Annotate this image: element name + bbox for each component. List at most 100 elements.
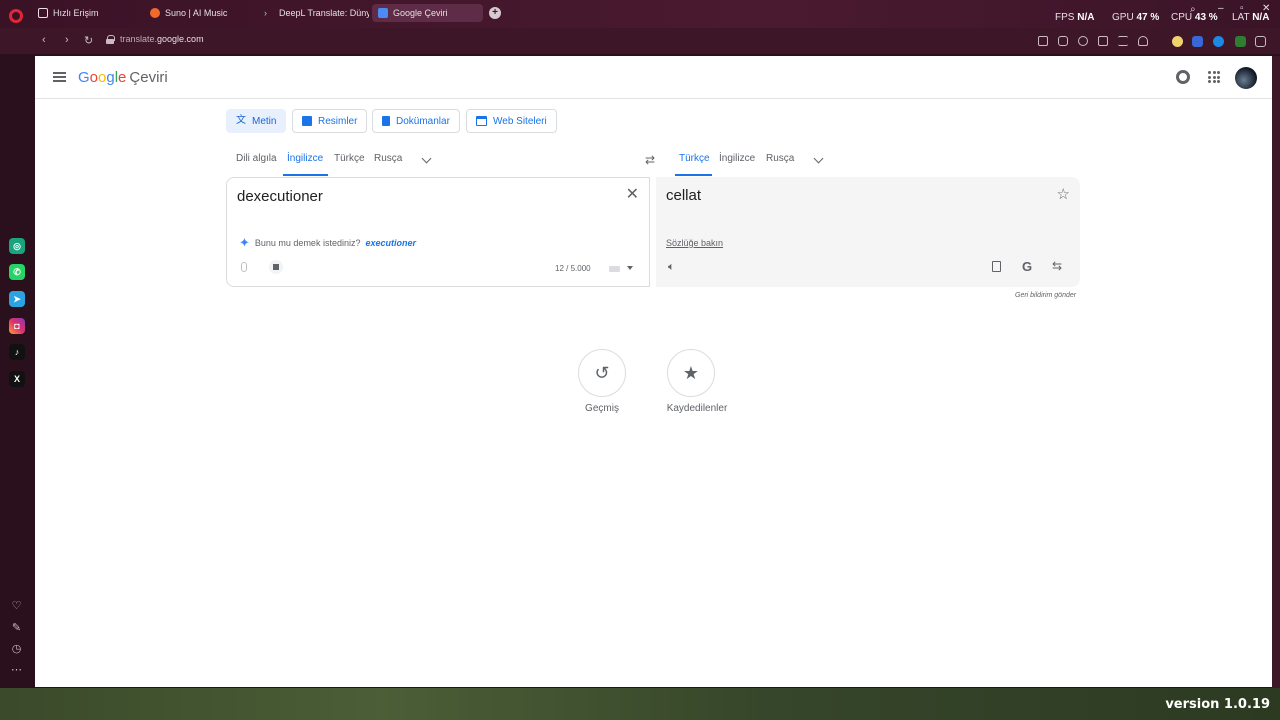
extension-translate-icon[interactable] bbox=[1192, 36, 1203, 47]
edit-icon[interactable] bbox=[1038, 36, 1048, 46]
keyboard-icon[interactable] bbox=[609, 266, 620, 272]
tab-deepl[interactable]: › DeepL Translate: Dünyanın bbox=[264, 4, 369, 22]
camera-icon[interactable] bbox=[1058, 36, 1068, 46]
target-lang-more-chevron-down-icon[interactable] bbox=[813, 153, 824, 164]
download-icon[interactable] bbox=[1098, 36, 1108, 46]
lock-icon bbox=[106, 34, 115, 44]
logo-letter: G bbox=[78, 69, 90, 86]
google-apps-icon[interactable] bbox=[1208, 71, 1220, 83]
mode-documents-button[interactable]: Dokümanlar bbox=[372, 109, 460, 133]
target-lang-turkish[interactable]: Türkçe bbox=[679, 153, 710, 164]
source-lang-more-chevron-down-icon[interactable] bbox=[421, 153, 432, 164]
hamburger-menu-icon[interactable] bbox=[53, 72, 66, 82]
extensions-cube-icon[interactable] bbox=[1255, 36, 1266, 47]
tab-label: Hızlı Erişim bbox=[53, 8, 99, 18]
version-label: version 1.0.19 bbox=[1165, 697, 1270, 712]
heart-icon[interactable] bbox=[1078, 36, 1088, 46]
opera-logo-icon[interactable] bbox=[9, 9, 23, 23]
settings-gear-icon[interactable] bbox=[1176, 70, 1190, 84]
mode-label: Web Siteleri bbox=[493, 115, 547, 127]
minimize-icon[interactable]: – bbox=[1218, 3, 1224, 14]
app-header: Google Çeviri bbox=[35, 56, 1272, 99]
instagram-icon[interactable]: ◘ bbox=[9, 318, 25, 334]
stop-listen-button[interactable] bbox=[269, 260, 283, 274]
telegram-icon[interactable]: ➤ bbox=[9, 291, 25, 307]
tab-google-translate[interactable]: Google Çeviri bbox=[372, 4, 483, 22]
gpu-value: 47 % bbox=[1136, 12, 1160, 23]
mode-websites-button[interactable]: Web Siteleri bbox=[466, 109, 557, 133]
browser-tab-bar: Hızlı Erişim Suno | AI Music › DeepL Tra… bbox=[0, 0, 1280, 28]
close-window-icon[interactable]: ✕ bbox=[1262, 3, 1270, 14]
deepl-icon: › bbox=[264, 8, 267, 18]
new-tab-button[interactable]: + bbox=[489, 7, 501, 19]
saved-button[interactable]: ★ bbox=[667, 349, 715, 397]
search-icon[interactable]: ⌕ bbox=[1190, 4, 1196, 15]
tab-quick-access[interactable]: Hızlı Erişim bbox=[38, 4, 99, 22]
menu-lines-icon[interactable] bbox=[1118, 36, 1128, 46]
target-lang-indicator bbox=[675, 174, 712, 176]
fps-value: N/A bbox=[1077, 12, 1095, 23]
rate-translation-icon[interactable]: ⇆ bbox=[1052, 259, 1062, 273]
x-icon[interactable]: X bbox=[9, 371, 25, 387]
suno-icon bbox=[150, 8, 160, 18]
page-scrollbar[interactable] bbox=[1272, 56, 1280, 688]
star-filled-icon: ★ bbox=[682, 362, 700, 383]
tab-suno[interactable]: Suno | AI Music bbox=[150, 4, 255, 22]
dictionary-link[interactable]: Sözlüğe bakın bbox=[666, 238, 723, 248]
history-label: Geçmiş bbox=[585, 403, 619, 414]
maximize-icon[interactable]: ▫ bbox=[1240, 3, 1244, 14]
url-host: google.com bbox=[157, 34, 204, 44]
profile-icon[interactable] bbox=[1138, 36, 1148, 46]
speaker-icon[interactable]: 🔈︎ bbox=[668, 261, 675, 274]
extension-bulb-icon[interactable] bbox=[1172, 36, 1183, 47]
history-icon: ↺ bbox=[594, 362, 610, 383]
history-button[interactable]: ↺ bbox=[578, 349, 626, 397]
keyboard-dropdown-caret-icon[interactable] bbox=[627, 266, 633, 270]
logo-letter: e bbox=[118, 69, 127, 86]
gpu-stat: GPU 47 % bbox=[1112, 12, 1159, 23]
heart-icon[interactable]: ♡ bbox=[10, 600, 23, 613]
tab-label: Suno | AI Music bbox=[165, 8, 228, 18]
logo-letter: g bbox=[106, 69, 115, 86]
edit-icon[interactable]: ✎ bbox=[10, 622, 23, 635]
microphone-icon[interactable] bbox=[241, 262, 247, 272]
translated-text: cellat bbox=[666, 187, 702, 204]
source-lang-english[interactable]: İngilizce bbox=[287, 153, 323, 164]
source-lang-turkish[interactable]: Türkçe bbox=[334, 153, 365, 164]
mode-text-button[interactable]: 文 Metin bbox=[226, 109, 287, 133]
send-feedback-link[interactable]: Geri bildirim gönder bbox=[1015, 292, 1076, 299]
save-star-icon[interactable]: ☆ bbox=[1057, 185, 1070, 203]
target-lang-english[interactable]: İngilizce bbox=[719, 153, 755, 164]
grid-icon bbox=[38, 8, 48, 18]
avatar[interactable] bbox=[1235, 67, 1257, 89]
google-translate-logo[interactable]: Google Çeviri bbox=[78, 69, 168, 86]
tab-label: DeepL Translate: Dünyanın bbox=[279, 8, 369, 18]
cpu-value: 43 % bbox=[1194, 12, 1218, 23]
tiktok-icon[interactable]: ♪ bbox=[9, 344, 25, 360]
source-lang-russian[interactable]: Rusça bbox=[374, 153, 402, 164]
target-lang-russian[interactable]: Rusça bbox=[766, 153, 794, 164]
chatgpt-icon[interactable]: ◎ bbox=[9, 238, 25, 254]
forward-icon[interactable]: › bbox=[65, 34, 69, 46]
google-search-icon[interactable]: G bbox=[1022, 259, 1032, 274]
extension-green-icon[interactable] bbox=[1235, 36, 1246, 47]
image-icon bbox=[302, 116, 312, 126]
history-icon[interactable]: ◷ bbox=[10, 643, 23, 656]
fps-label: FPS bbox=[1055, 12, 1075, 23]
swap-languages-icon[interactable]: ⇄ bbox=[645, 153, 655, 167]
suggestion-link[interactable]: executioner bbox=[365, 238, 416, 248]
url-prefix: translate. bbox=[120, 34, 158, 44]
clear-text-close-icon[interactable]: ✕ bbox=[626, 187, 639, 203]
mode-images-button[interactable]: Resimler bbox=[292, 109, 368, 133]
address-bar: ‹ › ↻ translate.google.com bbox=[0, 28, 1280, 54]
whatsapp-icon[interactable]: ✆ bbox=[9, 264, 25, 280]
gpu-label: GPU bbox=[1112, 12, 1134, 23]
source-lang-detect[interactable]: Dili algıla bbox=[236, 153, 277, 164]
extension-circle-icon[interactable] bbox=[1213, 36, 1224, 47]
reload-icon[interactable]: ↻ bbox=[84, 34, 93, 47]
url-field[interactable]: translate.google.com bbox=[106, 34, 204, 44]
more-icon[interactable]: ⋯ bbox=[10, 664, 23, 677]
copy-icon[interactable] bbox=[992, 261, 1001, 272]
back-icon[interactable]: ‹ bbox=[42, 34, 46, 46]
source-text-input[interactable]: dexecutioner bbox=[237, 188, 323, 205]
